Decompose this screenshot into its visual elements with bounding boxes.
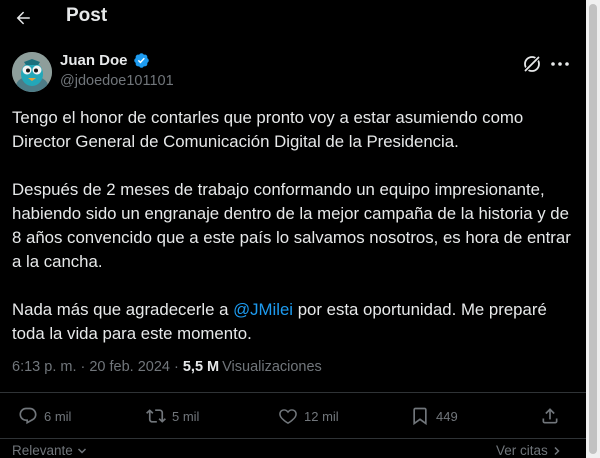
back-button[interactable] xyxy=(8,3,38,33)
reply-icon xyxy=(19,407,37,425)
post-text: Tengo el honor de contarles que pronto v… xyxy=(12,106,574,370)
reply-button[interactable]: 6 mil xyxy=(18,406,71,426)
chevron-down-icon xyxy=(77,448,86,454)
post-view: Post Juan Doe @jdoedoe101101 Tengo el ho… xyxy=(0,0,586,458)
avatar-image xyxy=(12,52,52,92)
like-count: 12 mil xyxy=(304,408,339,424)
author-name[interactable]: Juan Doe xyxy=(60,52,128,69)
like-button[interactable]: 12 mil xyxy=(278,406,339,426)
views-count: 5,5 M xyxy=(182,359,220,375)
like-icon xyxy=(279,409,297,424)
repost-count: 5 mil xyxy=(172,408,200,424)
author-name-row: Juan Doe xyxy=(60,52,150,69)
sort-label: Relevante xyxy=(12,443,73,458)
mention-link[interactable]: @JMilei xyxy=(233,300,293,319)
scrollbar[interactable] xyxy=(586,0,600,458)
action-bar: 6 mil 5 mil 12 mil 449 xyxy=(0,406,586,434)
views-label: Visualizaciones xyxy=(222,359,322,375)
avatar[interactable] xyxy=(12,52,52,92)
bookmark-icon xyxy=(413,407,427,426)
grok-button[interactable] xyxy=(520,52,544,76)
sort-dropdown[interactable]: Relevante xyxy=(12,443,87,458)
repost-button[interactable]: 5 mil xyxy=(146,406,199,426)
share-icon xyxy=(542,408,558,424)
post-paragraph: Después de 2 meses de trabajo conformand… xyxy=(12,180,571,271)
post-paragraph: Tengo el honor de contarles que pronto v… xyxy=(12,108,524,151)
post-text-span: Nada más que agradecerle a xyxy=(12,300,234,319)
repost-icon xyxy=(146,409,166,423)
back-arrow-icon xyxy=(16,11,30,25)
post-paragraph: Nada más que agradecerle a @JMilei por e… xyxy=(12,298,574,346)
page-title: Post xyxy=(66,5,108,26)
header: Post xyxy=(0,0,586,35)
scrollbar-thumb[interactable] xyxy=(589,4,597,454)
reply-count: 6 mil xyxy=(44,408,72,424)
divider xyxy=(0,438,586,439)
share-button[interactable] xyxy=(540,406,560,426)
chevron-right-icon xyxy=(554,447,560,456)
view-quotes-link[interactable]: Ver citas xyxy=(496,443,562,458)
more-icon xyxy=(551,62,569,66)
author-handle[interactable]: @jdoedoe101101 xyxy=(60,73,174,89)
divider xyxy=(0,392,586,393)
bookmark-count: 449 xyxy=(436,408,458,424)
verified-badge-icon xyxy=(133,53,149,68)
post-timestamp[interactable]: 6:13 p. m. · 20 feb. 2024 · xyxy=(12,359,179,375)
grok-icon xyxy=(523,55,541,73)
bookmark-button[interactable]: 449 xyxy=(410,406,458,426)
more-button[interactable] xyxy=(548,52,572,76)
post-meta: 6:13 p. m. · 20 feb. 2024 · 5,5 M Visual… xyxy=(12,359,322,375)
view-quotes-label: Ver citas xyxy=(496,443,548,458)
